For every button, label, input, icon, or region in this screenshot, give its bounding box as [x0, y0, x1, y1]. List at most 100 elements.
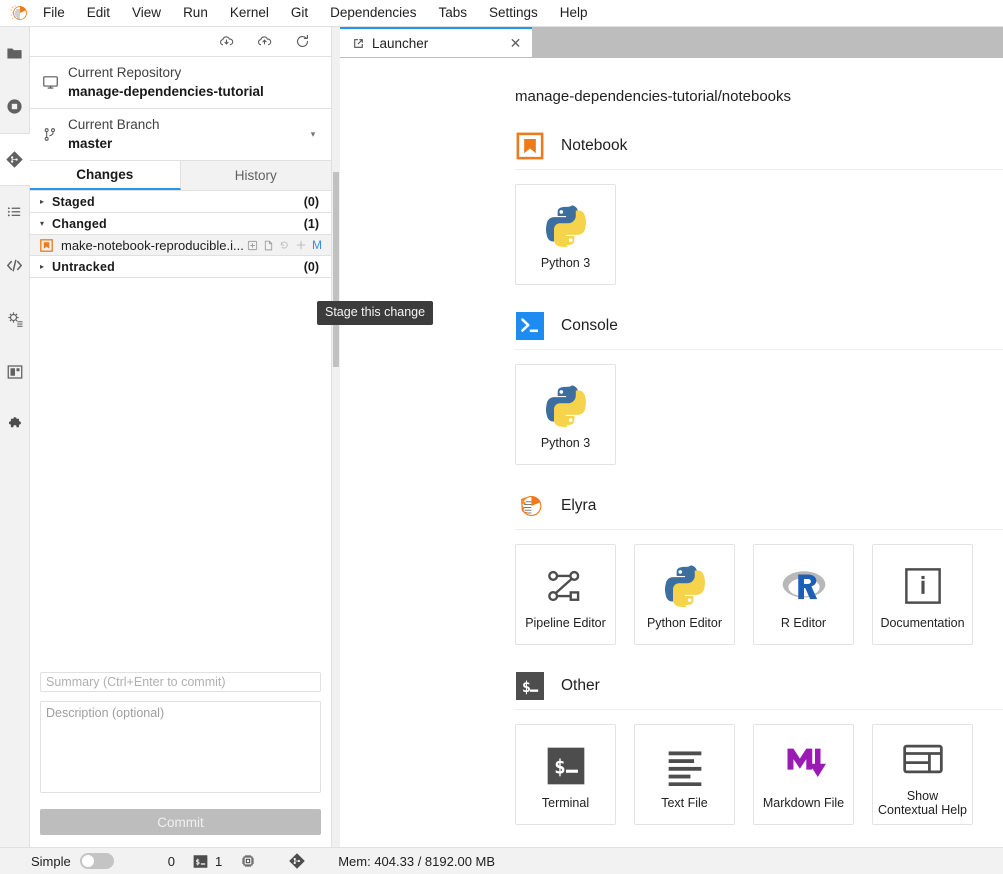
- launcher-card-markdown-file[interactable]: Markdown File: [753, 724, 854, 825]
- sidebar-item-property-inspector[interactable]: [0, 292, 30, 345]
- launcher-card-row-elyra: Pipeline Editor Python Editor R Editor D…: [515, 544, 1003, 645]
- elyra-section-icon: [515, 491, 545, 521]
- simple-mode-label: Simple: [31, 853, 71, 869]
- section-count-changed: (1): [303, 216, 319, 231]
- panel-splitter[interactable]: [332, 27, 340, 847]
- close-icon[interactable]: ✕: [507, 35, 524, 52]
- commit-button[interactable]: Commit: [40, 809, 321, 835]
- launcher-card-row-other: $ Terminal Text File Markdown File Show …: [515, 724, 1003, 825]
- open-file-button[interactable]: [261, 237, 276, 253]
- git-panel-scrollbar-thumb[interactable]: [333, 172, 339, 367]
- toggle-knob: [81, 855, 94, 867]
- launcher-section-title: Other: [561, 677, 600, 694]
- git-changes-list: ▸ Staged (0) ▾ Changed (1) make-notebook…: [30, 191, 331, 664]
- status-badge: M: [312, 238, 322, 252]
- commit-summary-input[interactable]: [40, 672, 321, 692]
- git-status-indicator[interactable]: [279, 852, 315, 870]
- python-logo-icon: [662, 560, 708, 612]
- menu-item-help[interactable]: Help: [549, 1, 599, 25]
- menu-item-dependencies[interactable]: Dependencies: [319, 1, 427, 25]
- chevron-down-icon[interactable]: ▾: [305, 129, 321, 140]
- launcher-card-r-editor[interactable]: R Editor: [753, 544, 854, 645]
- svg-text:$: $: [554, 755, 566, 778]
- section-title-staged: Staged: [52, 194, 95, 209]
- launcher-card-label: Pipeline Editor: [525, 615, 606, 630]
- tab-history[interactable]: History: [180, 161, 331, 190]
- svg-text:$: $: [522, 678, 531, 696]
- launcher-cwd: manage-dependencies-tutorial/notebooks: [515, 88, 792, 105]
- discard-changes-button[interactable]: [277, 237, 292, 253]
- simple-mode-toggle[interactable]: Simple: [22, 853, 123, 869]
- menu-item-file[interactable]: File: [32, 1, 76, 25]
- section-header-staged[interactable]: ▸ Staged (0): [30, 191, 331, 213]
- launcher-card-contextual-help[interactable]: Show Contextual Help: [872, 724, 973, 825]
- notebook-section-icon: [515, 131, 545, 161]
- extension-panel-icon: [7, 364, 22, 379]
- menu-item-kernel[interactable]: Kernel: [219, 1, 280, 25]
- branch-icon: [42, 126, 68, 143]
- section-header-untracked[interactable]: ▸ Untracked (0): [30, 256, 331, 278]
- cloud-download-icon: [219, 36, 233, 46]
- divider: [515, 709, 1003, 710]
- sidebar-item-table-of-contents[interactable]: [0, 186, 30, 239]
- launcher-card-python-editor[interactable]: Python Editor: [634, 544, 735, 645]
- chevron-down-icon: ▾: [40, 219, 45, 228]
- launcher-card-pipeline-editor[interactable]: Pipeline Editor: [515, 544, 616, 645]
- sidebar-item-debugger[interactable]: [0, 239, 30, 292]
- divider: [515, 349, 1003, 350]
- tab-label-launcher: Launcher: [372, 35, 429, 51]
- markdown-icon: [782, 740, 826, 792]
- pull-button[interactable]: [207, 28, 245, 56]
- stage-change-button[interactable]: [293, 237, 308, 253]
- changed-file-name: make-notebook-reproducible.i...: [61, 237, 244, 253]
- launcher-section-console: Console: [515, 311, 1003, 341]
- launcher-card-text-file[interactable]: Text File: [634, 724, 735, 825]
- tab-changes[interactable]: Changes: [30, 161, 181, 190]
- refresh-button[interactable]: [283, 28, 321, 56]
- launcher-card-label: Show Contextual Help: [878, 788, 967, 817]
- menu-item-edit[interactable]: Edit: [76, 1, 121, 25]
- launcher-card-label: Documentation: [880, 615, 965, 630]
- section-header-changed[interactable]: ▾ Changed (1): [30, 213, 331, 235]
- git-tab-bar: Changes History: [30, 161, 331, 191]
- menu-item-view[interactable]: View: [121, 1, 172, 25]
- main-dock-area: Launcher ✕ manage-dependencies-tutorial/…: [340, 27, 1003, 847]
- sidebar-item-extension-manager[interactable]: [0, 398, 30, 451]
- sidebar-item-git[interactable]: [0, 133, 30, 186]
- dock-tab-bar: Launcher ✕: [340, 27, 1003, 58]
- launcher-panel: manage-dependencies-tutorial/notebooks N…: [340, 58, 1003, 847]
- current-branch-row[interactable]: Current Branch master ▾: [30, 109, 331, 161]
- launcher-card-documentation[interactable]: Documentation: [872, 544, 973, 645]
- open-diff-button[interactable]: [245, 237, 260, 253]
- divider: [515, 529, 1003, 530]
- terminal-sessions-count[interactable]: $ 1: [184, 854, 231, 869]
- sidebar-item-running-sessions[interactable]: [0, 80, 30, 133]
- current-repository-row[interactable]: Current Repository manage-dependencies-t…: [30, 57, 331, 109]
- launcher-card-console-python3[interactable]: Python 3: [515, 364, 616, 465]
- cloud-upload-icon: [257, 36, 271, 46]
- text-lines-icon: [663, 740, 707, 792]
- memory-usage[interactable]: Mem: 404.33 / 8192.00 MB: [329, 854, 504, 869]
- menu-item-git[interactable]: Git: [280, 1, 319, 25]
- toggle-switch[interactable]: [79, 853, 114, 869]
- sidebar-item-file-browser[interactable]: [0, 27, 30, 80]
- sidebar-item-extension-panel[interactable]: [0, 345, 30, 398]
- console-section-icon: [515, 311, 545, 341]
- commit-description-input[interactable]: [40, 701, 321, 793]
- kernel-sessions-count[interactable]: 0: [159, 854, 184, 869]
- launcher-card-terminal[interactable]: $ Terminal: [515, 724, 616, 825]
- push-button[interactable]: [245, 28, 283, 56]
- launcher-card-label: Terminal: [541, 795, 590, 810]
- table-row[interactable]: make-notebook-reproducible.i... M: [30, 235, 331, 256]
- gear-lines-icon: [7, 311, 22, 327]
- launcher-card-notebook-python3[interactable]: Python 3: [515, 184, 616, 285]
- menu-item-run[interactable]: Run: [172, 1, 219, 25]
- cpu-usage-indicator[interactable]: [231, 853, 265, 869]
- menu-item-tabs[interactable]: Tabs: [427, 1, 478, 25]
- launcher-card-label: Python Editor: [646, 615, 723, 630]
- menu-bar: File Edit View Run Kernel Git Dependenci…: [0, 0, 1003, 27]
- menu-item-settings[interactable]: Settings: [478, 1, 549, 25]
- launcher-card-label: Python 3: [540, 435, 591, 450]
- current-branch-label: Current Branch: [68, 117, 160, 132]
- tab-launcher[interactable]: Launcher ✕: [340, 27, 532, 57]
